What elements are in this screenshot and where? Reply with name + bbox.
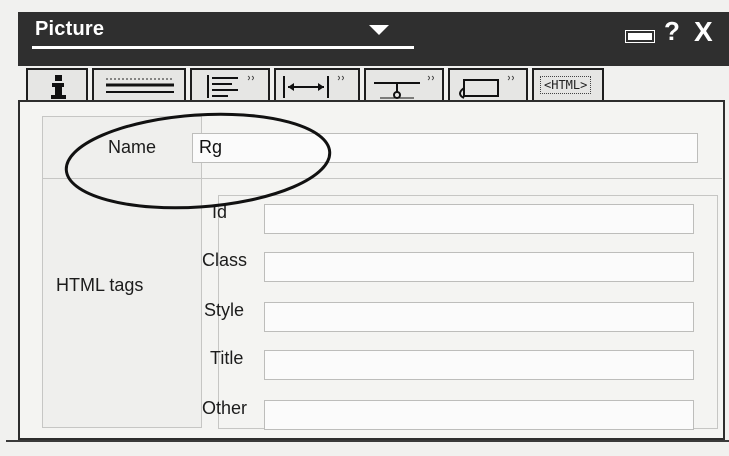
- tab-size[interactable]: [274, 68, 360, 100]
- class-label: Class: [202, 250, 248, 270]
- align-left-icon: [207, 75, 254, 98]
- minimize-icon[interactable]: [626, 31, 654, 42]
- picture-properties-window: Picture ? X <HTML> Name Rg HTML tags Id …: [0, 0, 729, 456]
- link-tag-icon: [459, 75, 514, 99]
- title-field[interactable]: [264, 350, 694, 380]
- close-button[interactable]: X: [694, 16, 713, 48]
- window-titlebar: Picture ? X: [18, 12, 729, 66]
- baseline-spacing-icon: [374, 75, 434, 99]
- title-underline: [32, 46, 414, 49]
- name-field[interactable]: Rg: [192, 133, 698, 163]
- tab-info[interactable]: [26, 68, 88, 100]
- info-icon: [51, 75, 66, 99]
- style-field[interactable]: [264, 302, 694, 332]
- id-label: Id: [212, 202, 228, 222]
- other-field[interactable]: [264, 400, 694, 430]
- window-title: Picture: [35, 18, 105, 40]
- id-field[interactable]: [264, 204, 694, 234]
- style-label: Style: [204, 300, 245, 320]
- html-tags-label: HTML tags: [56, 275, 144, 295]
- width-arrows-icon: [283, 75, 344, 98]
- help-button[interactable]: ?: [664, 16, 680, 47]
- other-label: Other: [202, 398, 248, 418]
- horizontal-lines-icon: [106, 78, 174, 93]
- tab-html[interactable]: <HTML>: [532, 68, 604, 100]
- name-label: Name: [108, 137, 157, 157]
- tab-link[interactable]: [448, 68, 528, 100]
- row-divider: [42, 178, 722, 179]
- dropdown-arrow-icon[interactable]: [369, 25, 389, 35]
- tab-align[interactable]: [190, 68, 270, 100]
- label-column: [42, 116, 202, 428]
- tab-border[interactable]: [92, 68, 186, 100]
- properties-panel: Name Rg HTML tags Id Class Style Title O…: [18, 100, 725, 440]
- class-field[interactable]: [264, 252, 694, 282]
- html-tag-icon: <HTML>: [540, 76, 592, 94]
- tab-spacing[interactable]: [364, 68, 444, 100]
- title-label: Title: [210, 348, 244, 368]
- bottom-divider: [6, 440, 729, 442]
